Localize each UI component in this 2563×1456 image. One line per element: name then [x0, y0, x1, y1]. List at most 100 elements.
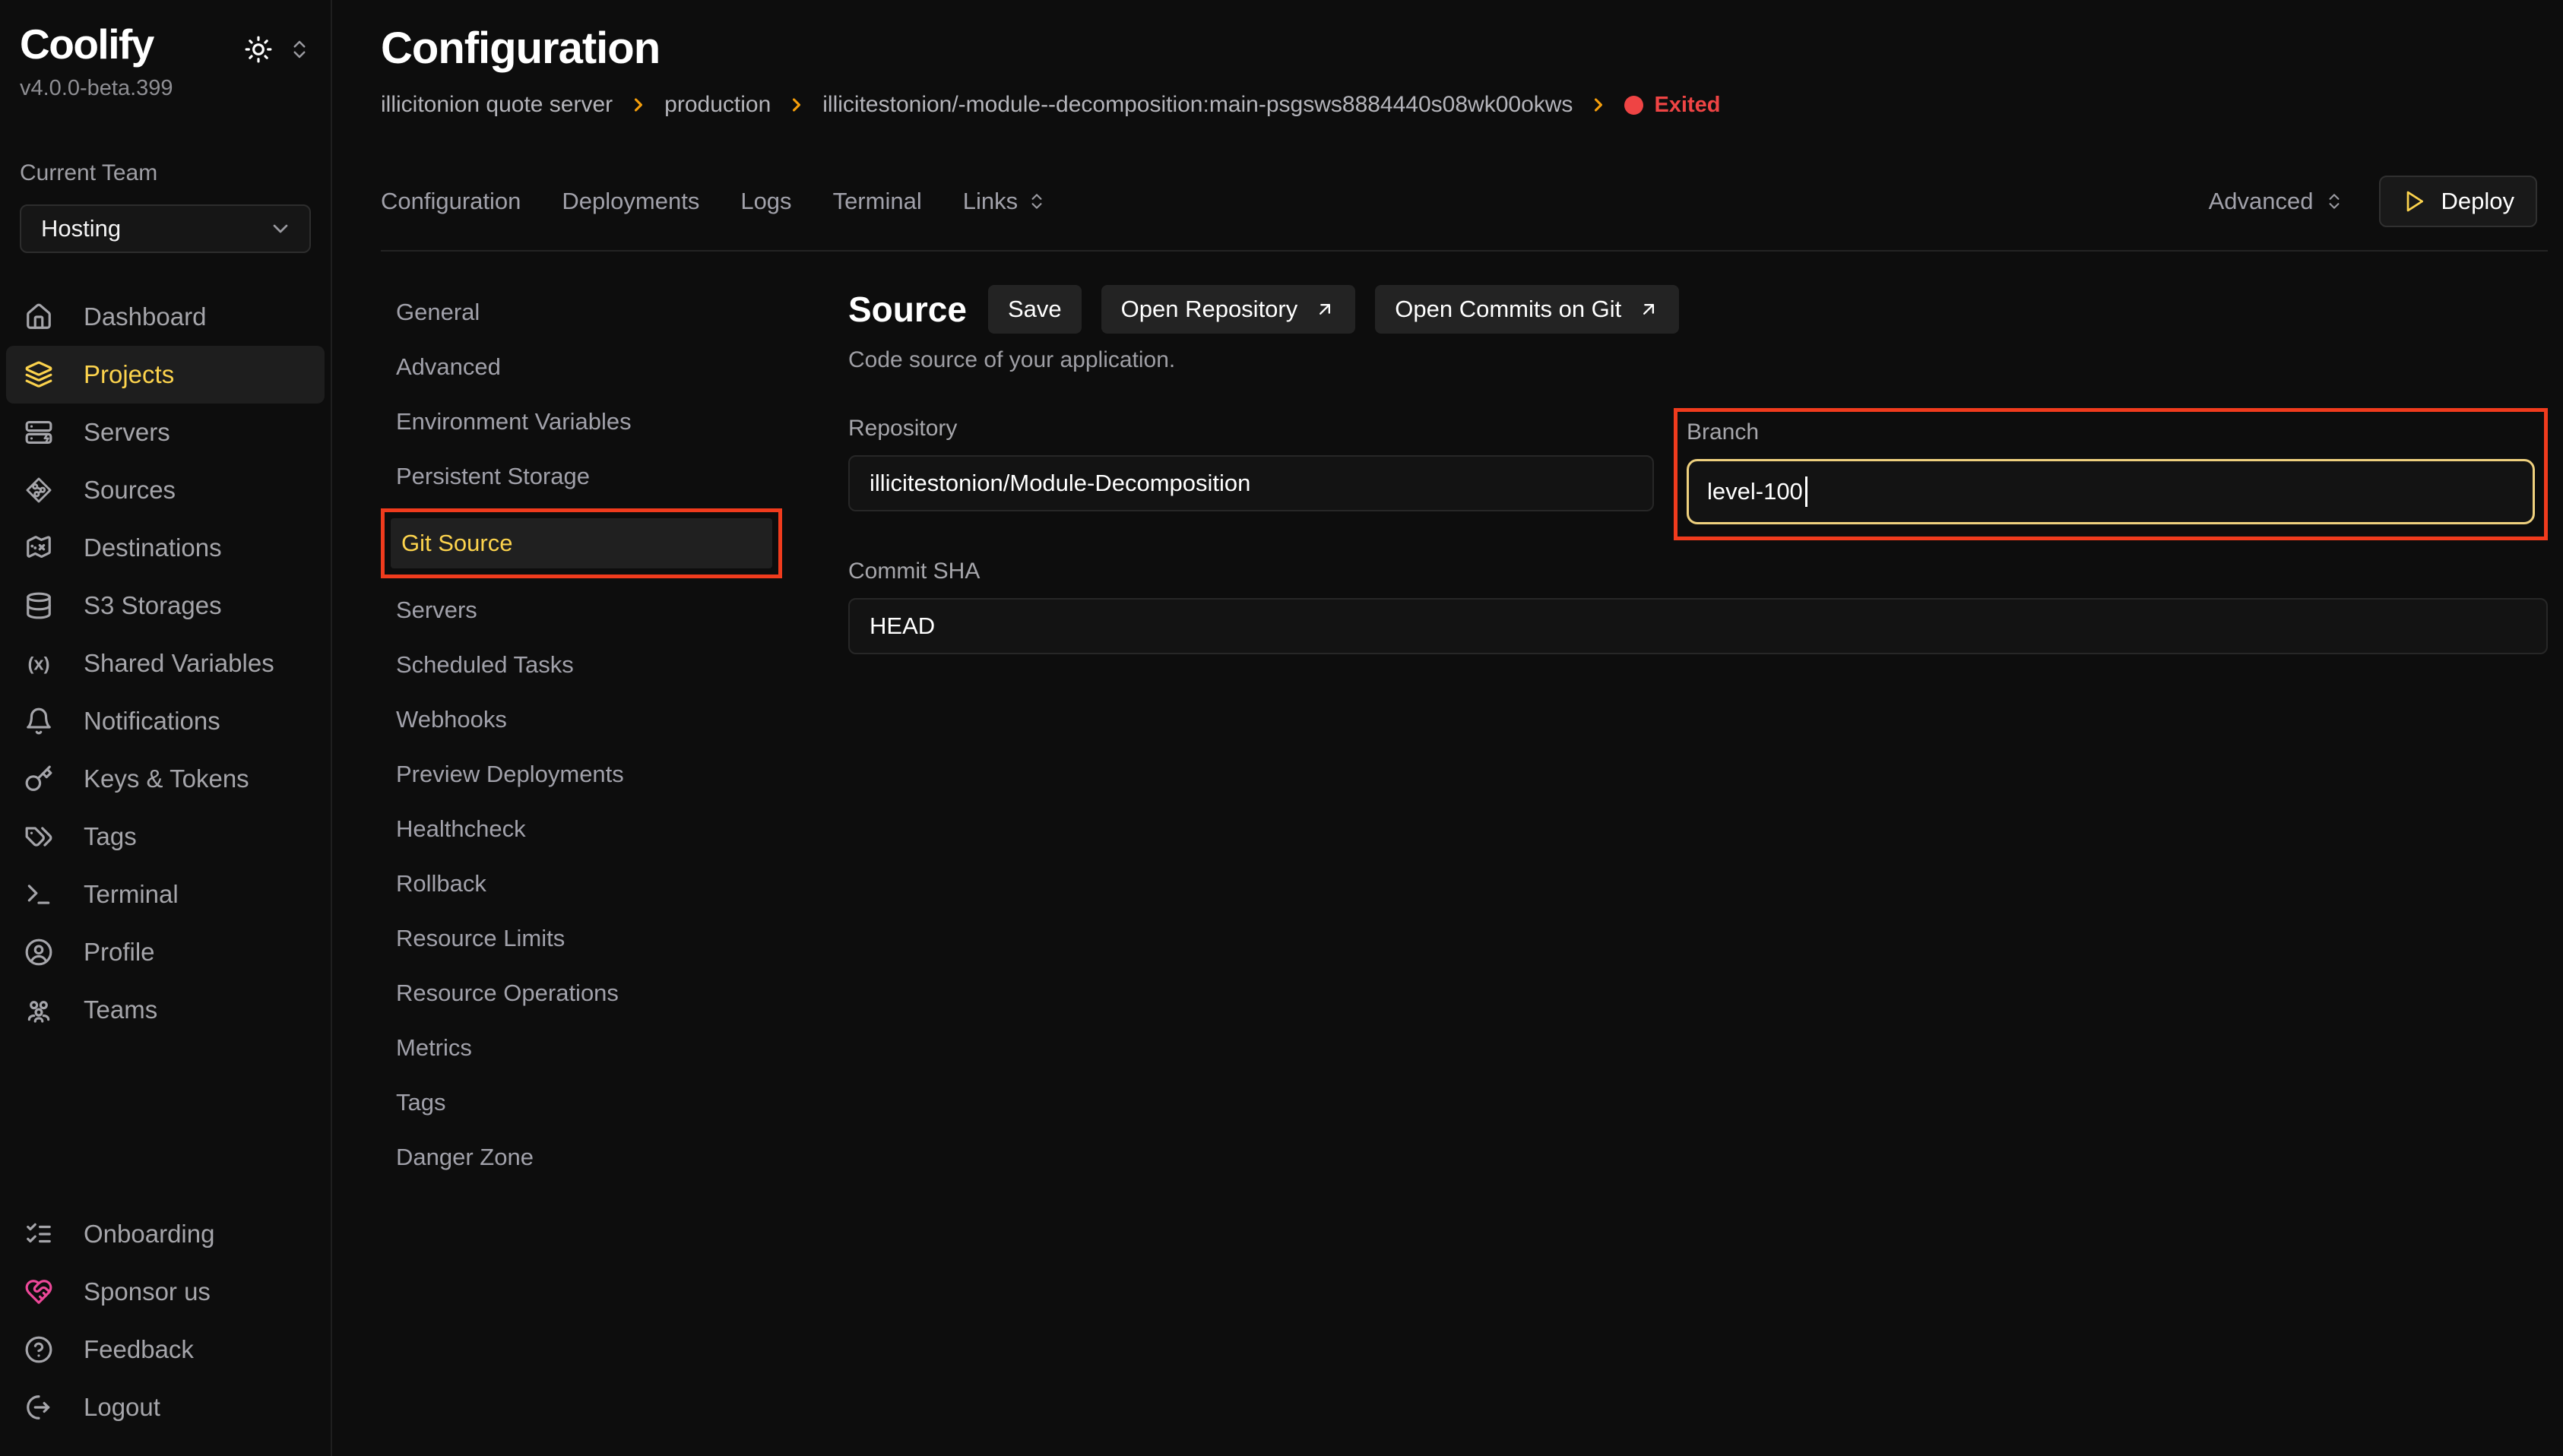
subnav-item-preview-deployments[interactable]: Preview Deployments [381, 747, 818, 802]
subnav-item-rollback[interactable]: Rollback [381, 856, 818, 911]
sidebar-item-teams[interactable]: Teams [6, 981, 325, 1039]
subnav-item-tags[interactable]: Tags [381, 1075, 818, 1130]
sidebar-item-sources[interactable]: Sources [6, 461, 325, 519]
sidebar-item-keys-tokens[interactable]: Keys & Tokens [6, 750, 325, 808]
sidebar-item-label: Logout [84, 1393, 160, 1422]
svg-text:(x): (x) [27, 654, 49, 674]
sidebar-item-s3-storages[interactable]: S3 Storages [6, 577, 325, 635]
app-logo[interactable]: Coolify [20, 23, 173, 67]
subnav-item-environment-variables[interactable]: Environment Variables [381, 394, 818, 449]
sidebar-item-profile[interactable]: Profile [6, 923, 325, 981]
list-checks-icon [24, 1220, 53, 1249]
sidebar-header: Coolify v4.0.0-beta.399 Current Team Hos… [0, 23, 331, 253]
deploy-button[interactable]: Deploy [2379, 176, 2538, 227]
tabs-bar: Configuration Deployments Logs Terminal … [381, 176, 2548, 227]
chevrons-up-down-icon [2324, 191, 2344, 211]
status-dot-icon [1624, 96, 1643, 115]
team-select-value: Hosting [41, 215, 121, 242]
tab-logs[interactable]: Logs [740, 188, 791, 215]
save-button[interactable]: Save [988, 285, 1082, 334]
subnav-item-resource-operations[interactable]: Resource Operations [381, 966, 818, 1021]
server-icon [24, 418, 53, 447]
database-icon [24, 591, 53, 620]
section-description: Code source of your application. [848, 347, 2548, 373]
open-repository-button[interactable]: Open Repository [1101, 285, 1356, 334]
sidebar-item-terminal[interactable]: Terminal [6, 866, 325, 923]
open-commits-button[interactable]: Open Commits on Git [1375, 285, 1679, 334]
sun-icon[interactable] [244, 35, 273, 64]
sidebar-item-label: Dashboard [84, 302, 206, 331]
subnav-item-danger-zone[interactable]: Danger Zone [381, 1130, 818, 1185]
deploy-label: Deploy [2441, 188, 2515, 215]
open-commits-label: Open Commits on Git [1395, 296, 1621, 323]
key-icon [24, 764, 53, 793]
git-source-panel: Source Save Open Repository Open Commits… [818, 285, 2548, 654]
terminal-icon [24, 880, 53, 909]
sidebar-item-label: Sponsor us [84, 1277, 211, 1306]
sidebar-item-projects[interactable]: Projects [6, 346, 325, 404]
breadcrumb-project[interactable]: illicitonion quote server [381, 92, 613, 118]
sidebar-item-notifications[interactable]: Notifications [6, 692, 325, 750]
home-icon [24, 302, 53, 331]
help-circle-icon [24, 1335, 53, 1364]
map-icon [24, 533, 53, 562]
tab-deployments[interactable]: Deployments [562, 188, 699, 215]
subnav-item-metrics[interactable]: Metrics [381, 1021, 818, 1075]
main-content: Configuration illicitonion quote server … [332, 0, 2563, 1456]
sidebar-item-sponsor-us[interactable]: Sponsor us [6, 1263, 325, 1321]
sidebar-item-label: Tags [84, 822, 137, 851]
subnav-item-webhooks[interactable]: Webhooks [381, 692, 818, 747]
git-source-icon [24, 476, 53, 505]
sidebar-item-servers[interactable]: Servers [6, 404, 325, 461]
git-source-annotation-box: Git Source [381, 508, 782, 578]
tab-links[interactable]: Links [963, 188, 1047, 215]
subnav-item-git-source[interactable]: Git Source [391, 518, 772, 568]
app-version: v4.0.0-beta.399 [20, 76, 173, 101]
users-icon [24, 995, 53, 1024]
sidebar-item-destinations[interactable]: Destinations [6, 519, 325, 577]
repository-input[interactable] [848, 455, 1654, 511]
external-link-icon [1314, 299, 1335, 320]
tab-terminal[interactable]: Terminal [833, 188, 922, 215]
branch-input[interactable]: level-100 [1687, 459, 2535, 524]
sidebar-item-label: Profile [84, 938, 155, 967]
sidebar-item-label: Destinations [84, 533, 222, 562]
commit-sha-input[interactable] [848, 598, 2548, 654]
current-team-label: Current Team [20, 160, 311, 186]
sidebar-item-feedback[interactable]: Feedback [6, 1321, 325, 1378]
subnav-item-general[interactable]: General [381, 285, 818, 340]
logout-icon [24, 1393, 53, 1422]
subnav-item-healthcheck[interactable]: Healthcheck [381, 802, 818, 856]
subnav-item-persistent-storage[interactable]: Persistent Storage [381, 449, 818, 504]
sidebar-item-shared-variables[interactable]: (x) Shared Variables [6, 635, 325, 692]
external-link-icon [1638, 299, 1659, 320]
page-title: Configuration [381, 23, 2548, 74]
chevrons-up-down-icon[interactable] [288, 38, 311, 61]
sidebar-item-onboarding[interactable]: Onboarding [6, 1205, 325, 1263]
braces-x-icon: (x) [24, 649, 53, 678]
heart-handshake-icon [24, 1277, 53, 1306]
team-select[interactable]: Hosting [20, 204, 311, 253]
sidebar-item-dashboard[interactable]: Dashboard [6, 288, 325, 346]
breadcrumb-environment[interactable]: production [664, 92, 771, 118]
subnav-item-scheduled-tasks[interactable]: Scheduled Tasks [381, 638, 818, 692]
sidebar: Coolify v4.0.0-beta.399 Current Team Hos… [0, 0, 332, 1456]
subnav-item-servers[interactable]: Servers [381, 583, 818, 638]
advanced-dropdown[interactable]: Advanced [2209, 188, 2344, 215]
sidebar-item-logout[interactable]: Logout [6, 1378, 325, 1436]
breadcrumb-application[interactable]: illicitestonion/-module--decomposition:m… [822, 92, 1573, 118]
subnav-item-resource-limits[interactable]: Resource Limits [381, 911, 818, 966]
sidebar-item-label: Feedback [84, 1335, 194, 1364]
chevron-right-icon [786, 94, 807, 116]
subnav-item-advanced[interactable]: Advanced [381, 340, 818, 394]
tabs-divider [381, 250, 2548, 252]
sidebar-item-tags[interactable]: Tags [6, 808, 325, 866]
sidebar-item-label: Shared Variables [84, 649, 274, 678]
branch-annotation-box: Branch level-100 [1674, 408, 2548, 540]
sidebar-nav: Dashboard Projects Servers Sources Desti… [0, 288, 331, 1039]
commit-sha-label: Commit SHA [848, 559, 2548, 584]
chevrons-up-down-icon [1027, 191, 1047, 211]
sidebar-item-label: Terminal [84, 880, 179, 909]
sidebar-item-label: Onboarding [84, 1220, 214, 1249]
tab-configuration[interactable]: Configuration [381, 188, 521, 215]
